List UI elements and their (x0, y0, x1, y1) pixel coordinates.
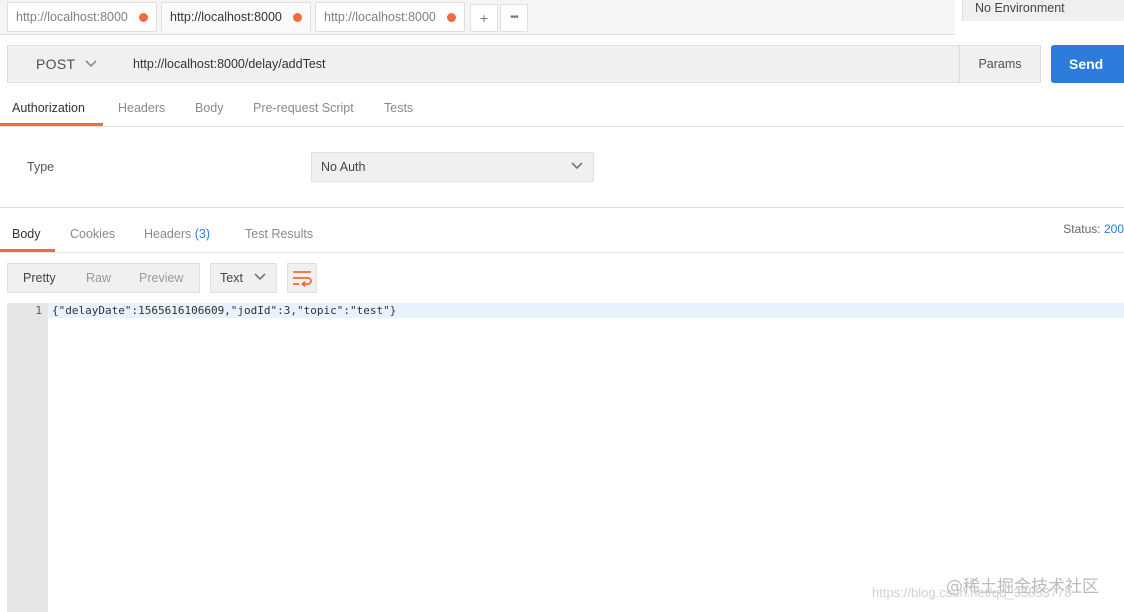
status-label: Status: (1063, 222, 1101, 236)
url-value: http://localhost:8000/delay/addTest (133, 57, 326, 71)
tab-tests[interactable]: Tests (384, 92, 413, 126)
wrap-lines-icon (293, 271, 312, 288)
view-pretty-label: Pretty (23, 271, 56, 285)
request-tab[interactable]: http://localhost:8000 (315, 2, 465, 32)
status-code: 200 (1103, 222, 1124, 236)
request-tab-label: http://localhost:8000 (170, 10, 282, 24)
response-tab-headers-label: Headers (144, 227, 192, 241)
unsaved-dot-icon (293, 13, 302, 22)
more-tabs-button[interactable]: ••• (500, 4, 528, 32)
unsaved-dot-icon (139, 13, 148, 22)
params-button[interactable]: Params (959, 45, 1041, 83)
headers-count-badge: (3) (194, 227, 211, 241)
tab-body-label: Body (195, 101, 224, 115)
view-raw-button[interactable]: Raw (86, 264, 111, 292)
send-button[interactable]: Send (1051, 45, 1124, 83)
chevron-down-icon (254, 273, 266, 281)
request-section-tabs (0, 92, 1124, 127)
environment-value: No Environment (975, 1, 1065, 15)
tab-headers[interactable]: Headers (118, 92, 165, 126)
line-number-gutter (7, 303, 48, 612)
auth-type-label: Type (27, 160, 55, 174)
auth-type-value: No Auth (321, 160, 366, 174)
tab-headers-label: Headers (118, 101, 166, 115)
method-value: POST (36, 56, 76, 72)
response-status: Status: 200 (1063, 222, 1124, 236)
send-label: Send (1069, 56, 1104, 72)
request-tab-label: http://localhost:8000 (324, 10, 436, 24)
format-value: Text (220, 271, 243, 285)
tab-tests-label: Tests (384, 101, 414, 115)
view-pretty-button[interactable]: Pretty (23, 264, 56, 292)
tab-pre-request-script-label: Pre-request Script (253, 101, 354, 115)
request-tab-label: http://localhost:8000 (16, 10, 128, 24)
response-body-text[interactable]: {"delayDate":1565616106609,"jodId":3,"to… (52, 303, 396, 318)
response-tab-body-label: Body (12, 227, 41, 241)
active-tab-underline (0, 123, 103, 126)
response-tab-headers[interactable]: Headers (3) (144, 218, 210, 251)
active-tab-underline (0, 249, 55, 252)
environment-select[interactable]: No Environment (962, 0, 1124, 21)
unsaved-dot-icon (447, 13, 456, 22)
view-raw-label: Raw (86, 271, 112, 285)
format-select[interactable]: Text (210, 263, 277, 293)
response-tab-test-results[interactable]: Test Results (245, 218, 313, 251)
params-label: Params (978, 57, 1022, 71)
request-tab-active[interactable]: http://localhost:8000 (161, 2, 311, 32)
view-preview-label: Preview (139, 271, 184, 285)
auth-type-select[interactable]: No Auth (311, 152, 594, 182)
tab-authorization-label: Authorization (12, 101, 85, 115)
response-tab-cookies-label: Cookies (70, 227, 116, 241)
url-input[interactable]: http://localhost:8000/delay/addTest (123, 45, 960, 83)
method-select[interactable]: POST (7, 45, 124, 83)
response-tab-cookies[interactable]: Cookies (70, 218, 115, 251)
view-preview-button[interactable]: Preview (139, 264, 183, 292)
wrap-lines-button[interactable] (287, 263, 317, 293)
chevron-down-icon (571, 162, 583, 170)
chevron-down-icon (85, 60, 97, 68)
new-tab-button[interactable]: + (470, 4, 498, 32)
section-divider (0, 207, 1124, 208)
tab-body[interactable]: Body (195, 92, 224, 126)
line-number: 1 (35, 304, 42, 317)
tab-pre-request-script[interactable]: Pre-request Script (253, 92, 354, 126)
view-mode-group: Pretty Raw Preview (7, 263, 200, 293)
request-tab[interactable]: http://localhost:8000 (7, 2, 157, 32)
tab-authorization[interactable]: Authorization (12, 92, 85, 126)
more-icon: ••• (510, 12, 518, 23)
response-tab-body[interactable]: Body (12, 218, 41, 251)
watermark-source: https://blog.csdn.net/qq_35853778 (872, 585, 1072, 600)
response-tab-test-results-label: Test Results (245, 227, 314, 241)
plus-icon: + (479, 10, 489, 26)
